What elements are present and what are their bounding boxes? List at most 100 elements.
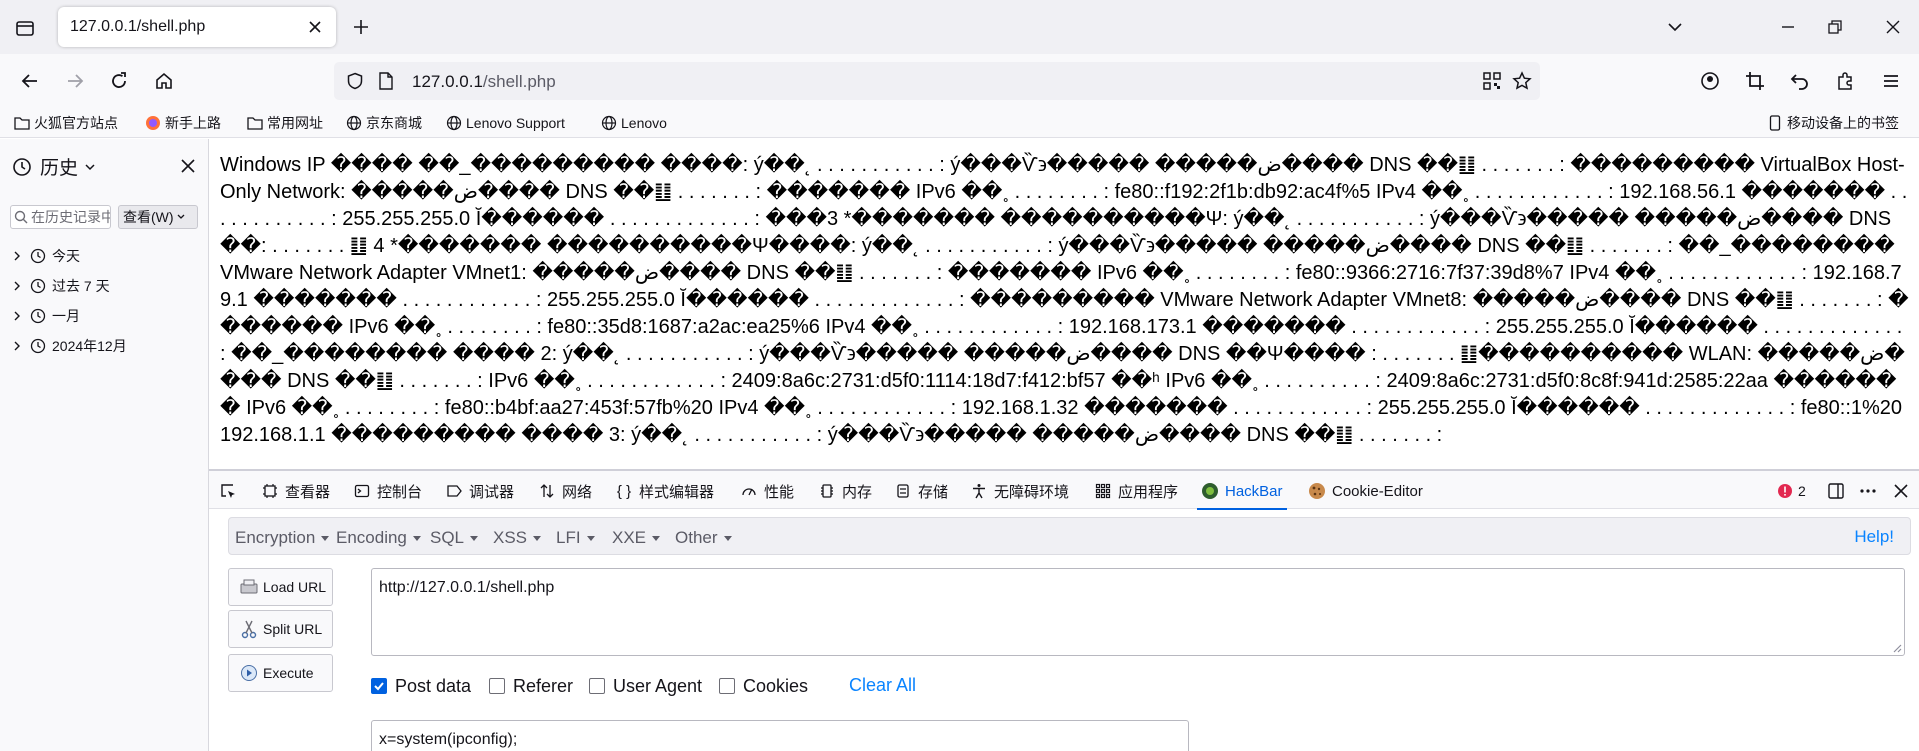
mobile-bookmarks[interactable]: 移动设备上的书签: [1767, 113, 1899, 133]
address-bar[interactable]: 127.0.0.1/shell.php: [334, 62, 1540, 100]
tab-list-icon[interactable]: [12, 15, 38, 41]
bookmark-item[interactable]: Lenovo Support: [446, 113, 565, 133]
memory-icon: [818, 482, 836, 500]
url-textarea[interactable]: http://127.0.0.1/shell.php: [371, 568, 1905, 656]
undo-icon[interactable]: [1785, 66, 1815, 96]
execute-button[interactable]: Execute: [228, 654, 333, 692]
close-sidebar-icon[interactable]: [176, 154, 200, 178]
split-url-button[interactable]: Split URL: [228, 610, 333, 648]
tab-inspector[interactable]: 查看器: [261, 480, 330, 502]
tab-label: 样式编辑器: [639, 483, 715, 501]
active-tab[interactable]: 127.0.0.1/shell.php: [58, 7, 336, 47]
menu-xxe[interactable]: XXE: [612, 528, 660, 548]
post-data-checkbox[interactable]: Post data: [371, 675, 471, 697]
more-options-icon[interactable]: [1859, 479, 1877, 503]
history-group-label: 过去 7 天: [52, 278, 110, 294]
forward-icon[interactable]: [60, 66, 90, 96]
tab-cookie-editor[interactable]: Cookie-Editor: [1308, 480, 1423, 502]
performance-icon: [740, 482, 758, 500]
menu-other[interactable]: Other: [675, 528, 732, 548]
close-devtools-icon[interactable]: [1893, 479, 1909, 503]
view-menu-button[interactable]: 查看(W): [118, 205, 198, 229]
error-count: 2: [1798, 483, 1806, 499]
history-group-dec-2024[interactable]: 2024年12月: [12, 335, 127, 357]
restore-icon[interactable]: [1820, 12, 1850, 42]
clear-all-link[interactable]: Clear All: [849, 675, 916, 696]
tab-network[interactable]: 网络: [538, 480, 592, 502]
checkbox-icon: [719, 678, 735, 694]
history-group-today[interactable]: 今天: [12, 245, 80, 267]
bookmark-label: 常用网址: [267, 115, 323, 131]
history-group-january[interactable]: 一月: [12, 305, 80, 327]
back-icon[interactable]: [15, 66, 45, 96]
star-bookmark-icon[interactable]: [1512, 71, 1532, 96]
history-group-last-7-days[interactable]: 过去 7 天: [12, 275, 110, 297]
firefox-icon: [145, 115, 161, 131]
close-window-icon[interactable]: [1878, 12, 1908, 42]
error-count-badge[interactable]: 2: [1777, 479, 1806, 503]
hamburger-menu-icon[interactable]: [1876, 66, 1906, 96]
tab-close-icon[interactable]: [304, 16, 326, 38]
tab-debugger[interactable]: 调试器: [445, 480, 514, 502]
reload-icon[interactable]: [104, 66, 134, 96]
tab-performance[interactable]: 性能: [740, 480, 794, 502]
bookmark-item[interactable]: 火狐官方站点: [14, 113, 118, 133]
tab-accessibility[interactable]: 无障碍环境: [970, 480, 1069, 502]
account-icon[interactable]: [1695, 66, 1725, 96]
checkbox-label: User Agent: [613, 675, 703, 696]
help-link[interactable]: Help!: [1854, 527, 1894, 547]
bookmark-item[interactable]: 新手上路: [145, 113, 221, 133]
referer-checkbox[interactable]: Referer: [489, 675, 573, 697]
history-search-input[interactable]: 在历史记录中搜索: [10, 205, 111, 229]
extensions-icon[interactable]: [1830, 66, 1860, 96]
tab-hackbar[interactable]: HackBar: [1197, 480, 1287, 510]
folder-icon: [14, 115, 30, 131]
search-icon: [14, 210, 28, 224]
load-url-button[interactable]: Load URL: [228, 568, 333, 606]
sidebar-header[interactable]: 历史: [12, 153, 96, 180]
home-icon[interactable]: [149, 66, 179, 96]
screenshot-crop-icon[interactable]: [1740, 66, 1770, 96]
button-label: Split URL: [263, 621, 323, 637]
style-editor-icon: { }: [616, 482, 632, 500]
menu-xss[interactable]: XSS: [493, 528, 541, 548]
tab-label: Cookie-Editor: [1332, 482, 1423, 500]
dock-side-icon[interactable]: [1827, 479, 1845, 503]
minimize-icon[interactable]: [1773, 12, 1803, 42]
tab-storage[interactable]: 存储: [894, 480, 948, 502]
bookmark-label: Lenovo Support: [466, 115, 565, 131]
bookmark-label: 新手上路: [165, 115, 221, 131]
qr-code-icon[interactable]: [1482, 71, 1502, 96]
tab-memory[interactable]: 内存: [818, 480, 872, 502]
url-text[interactable]: 127.0.0.1/shell.php: [412, 72, 556, 92]
element-picker-icon[interactable]: [219, 480, 243, 502]
tab-console[interactable]: 控制台: [353, 480, 422, 502]
cookie-icon: [1308, 482, 1326, 500]
tab-style-editor[interactable]: { } 样式编辑器: [615, 480, 714, 502]
sidebar-title: 历史: [40, 158, 79, 179]
list-all-tabs-icon[interactable]: [1660, 12, 1690, 42]
tab-application[interactable]: 应用程序: [1094, 480, 1178, 502]
menu-encryption[interactable]: Encryption: [235, 528, 329, 548]
hackbar-menu: Encryption Encoding SQL XSS LFI XXE Othe…: [228, 517, 1911, 555]
menu-encoding[interactable]: Encoding: [336, 528, 421, 548]
debugger-icon: [445, 482, 463, 500]
new-tab-icon[interactable]: [348, 14, 374, 40]
bookmark-item[interactable]: 常用网址: [247, 113, 323, 133]
bookmark-item[interactable]: Lenovo: [601, 113, 667, 133]
user-agent-checkbox[interactable]: User Agent: [589, 675, 702, 697]
tab-label: 控制台: [377, 483, 423, 501]
globe-icon: [601, 115, 617, 131]
clock-icon: [30, 307, 48, 325]
history-clock-icon: [12, 157, 32, 177]
console-icon: [353, 482, 371, 500]
shield-icon[interactable]: [346, 72, 364, 95]
page-info-icon[interactable]: [378, 72, 394, 95]
resize-handle-icon[interactable]: [1890, 641, 1902, 653]
clock-icon: [30, 337, 48, 355]
cookies-checkbox[interactable]: Cookies: [719, 675, 808, 697]
bookmark-item[interactable]: 京东商城: [346, 113, 422, 133]
menu-lfi[interactable]: LFI: [556, 528, 595, 548]
post-data-input[interactable]: x=system(ipconfig);: [371, 720, 1189, 751]
menu-sql[interactable]: SQL: [430, 528, 478, 548]
